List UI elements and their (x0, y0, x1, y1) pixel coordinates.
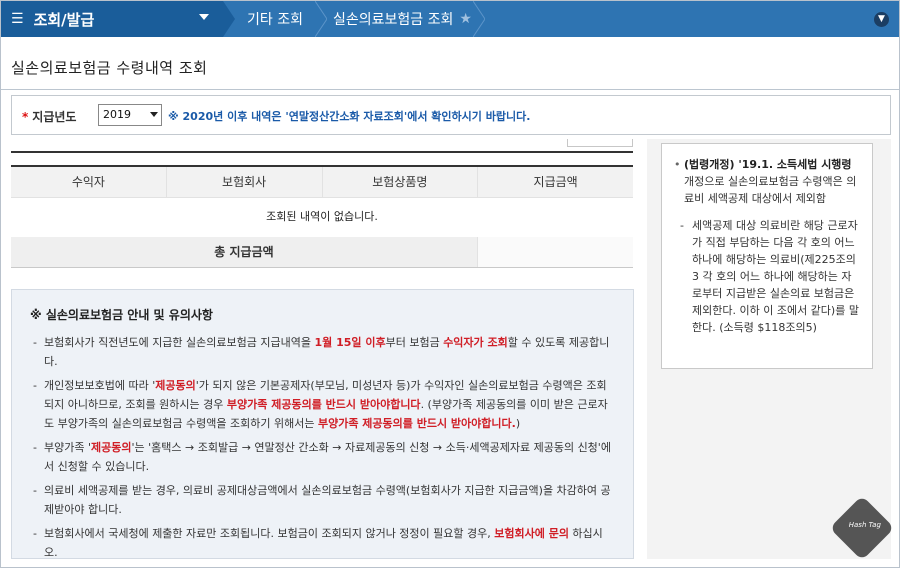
required-mark: * (22, 110, 29, 124)
notice-highlight: 부양가족 제공동의를 반드시 받아야합니다. (317, 417, 516, 430)
dropdown-arrow-icon (150, 112, 158, 117)
notice-highlight: 부양가족 제공동의를 반드시 받아야합니다 (226, 398, 421, 411)
main-menu-dropdown[interactable]: ☰ 조회/발급 (1, 1, 223, 37)
table-bottom-border (11, 267, 633, 268)
legal-notice-item: (법령개정) '19.1. 소득세법 시행령 개정으로 실손의료보험금 수령액은… (674, 156, 860, 207)
top-navigation-bar: ☰ 조회/발급 기타 조회 실손의료보험금 조회 ★ ▼ (1, 1, 899, 37)
star-icon[interactable]: ★ (459, 11, 472, 27)
legal-notice-subitem: 세액공제 대상 의료비란 해당 근로자가 직접 부담하는 다음 각 호의 어느 … (674, 217, 860, 336)
table-total-row: 총 지급금액 (11, 237, 633, 267)
notice-text: 개인정보보호법에 따라 ' (44, 379, 156, 392)
notice-item: 보험회사에서 국세청에 제출한 자료만 조회됩니다. 보험금이 조회되지 않거나… (30, 524, 611, 562)
chevron-down-icon[interactable] (199, 14, 209, 20)
breadcrumb-item-other-lookup[interactable]: 기타 조회 (247, 1, 303, 37)
notice-item: 의료비 세액공제를 받는 경우, 의료비 공제대상금액에서 실손의료보험금 수령… (30, 481, 611, 519)
column-header-product: 보험상품명 (323, 167, 479, 197)
year-select-value: 2019 (103, 108, 131, 121)
notice-text: ) (515, 417, 521, 430)
breadcrumb-item-current[interactable]: 실손의료보험금 조회 ★ (333, 1, 472, 37)
notice-highlight: 1월 15일 이후 (314, 336, 386, 349)
legal-notice-bold: (법령개정) '19.1. 소득세법 시행령 (684, 158, 852, 171)
search-filter-box: * 지급년도 2019 ※ 2020년 이후 내역은 '연말정산간소화 자료조회'… (11, 95, 891, 135)
main-menu-label: 조회/발급 (33, 10, 95, 29)
breadcrumb-separator (223, 1, 235, 37)
hamburger-icon[interactable]: ☰ (11, 11, 24, 27)
year-field-label: * 지급년도 (22, 108, 76, 125)
year-label-text: 지급년도 (32, 110, 77, 124)
chevron-down-circle-icon[interactable]: ▼ (874, 12, 889, 27)
notice-text: 부터 보험금 (385, 336, 444, 349)
table-top-border (11, 151, 633, 153)
year-notice: ※ 2020년 이후 내역은 '연말정산간소화 자료조회'에서 확인하시기 바랍… (168, 110, 531, 123)
year-select[interactable]: 2019 (98, 104, 162, 126)
title-divider (1, 89, 899, 90)
app-window: ☰ 조회/발급 기타 조회 실손의료보험금 조회 ★ ▼ 실손의료보험금 수령내… (0, 0, 900, 568)
notice-text: 부양가족 ' (44, 441, 92, 454)
total-label: 총 지급금액 (11, 237, 477, 267)
notice-highlight: 보험회사에 문의 (494, 527, 569, 540)
legal-notice-box: (법령개정) '19.1. 소득세법 시행령 개정으로 실손의료보험금 수령액은… (661, 143, 873, 369)
total-value (477, 237, 633, 267)
notice-highlight: 수익자가 조회 (443, 336, 508, 349)
toolbar-button[interactable] (567, 139, 633, 147)
legal-notice-text: 개정으로 실손의료보험금 수령액은 의료비 세액공제 대상에서 제외함 (684, 175, 857, 205)
watermark-text: Hash Tag (848, 521, 881, 530)
breadcrumb-separator (473, 1, 485, 37)
notice-item: 보험회사가 직전년도에 지급한 실손의료보험금 지급내역을 1월 15일 이후부… (30, 333, 611, 371)
notice-box: ※ 실손의료보험금 안내 및 유의사항 보험회사가 직전년도에 지급한 실손의료… (11, 289, 634, 559)
notice-item: 개인정보보호법에 따라 '제공동의'가 되지 않은 기본공제자(부모님, 미성년… (30, 376, 611, 433)
notice-title: ※ 실손의료보험금 안내 및 유의사항 (30, 308, 213, 322)
column-header-beneficiary: 수익자 (11, 167, 167, 197)
notice-item: 부양가족 '제공동의'는 '홈택스 → 조회발급 → 연말정산 간소화 → 자료… (30, 438, 611, 476)
table-empty-message: 조회된 내역이 없습니다. (11, 197, 633, 237)
notice-highlight: 제공동의 (155, 379, 196, 392)
notice-list: 보험회사가 직전년도에 지급한 실손의료보험금 지급내역을 1월 15일 이후부… (30, 333, 611, 562)
table-header: 수익자 보험회사 보험상품명 지급금액 (11, 167, 633, 197)
breadcrumb-label: 기타 조회 (247, 12, 303, 28)
notice-text: 의료비 세액공제를 받는 경우, 의료비 공제대상금액에서 실손의료보험금 수령… (44, 484, 611, 516)
notice-text: 보험회사에서 국세청에 제출한 자료만 조회됩니다. 보험금이 조회되지 않거나… (44, 527, 495, 540)
breadcrumb-separator (315, 1, 327, 37)
column-header-amount: 지급금액 (533, 175, 578, 189)
notice-text: 보험회사가 직전년도에 지급한 실손의료보험금 지급내역을 (44, 336, 315, 349)
breadcrumb-label: 실손의료보험금 조회 (333, 12, 454, 28)
page-title: 실손의료보험금 수령내역 조회 (11, 59, 208, 77)
notice-highlight: 제공동의 (91, 441, 132, 454)
column-header-insurer: 보험회사 (167, 167, 323, 197)
